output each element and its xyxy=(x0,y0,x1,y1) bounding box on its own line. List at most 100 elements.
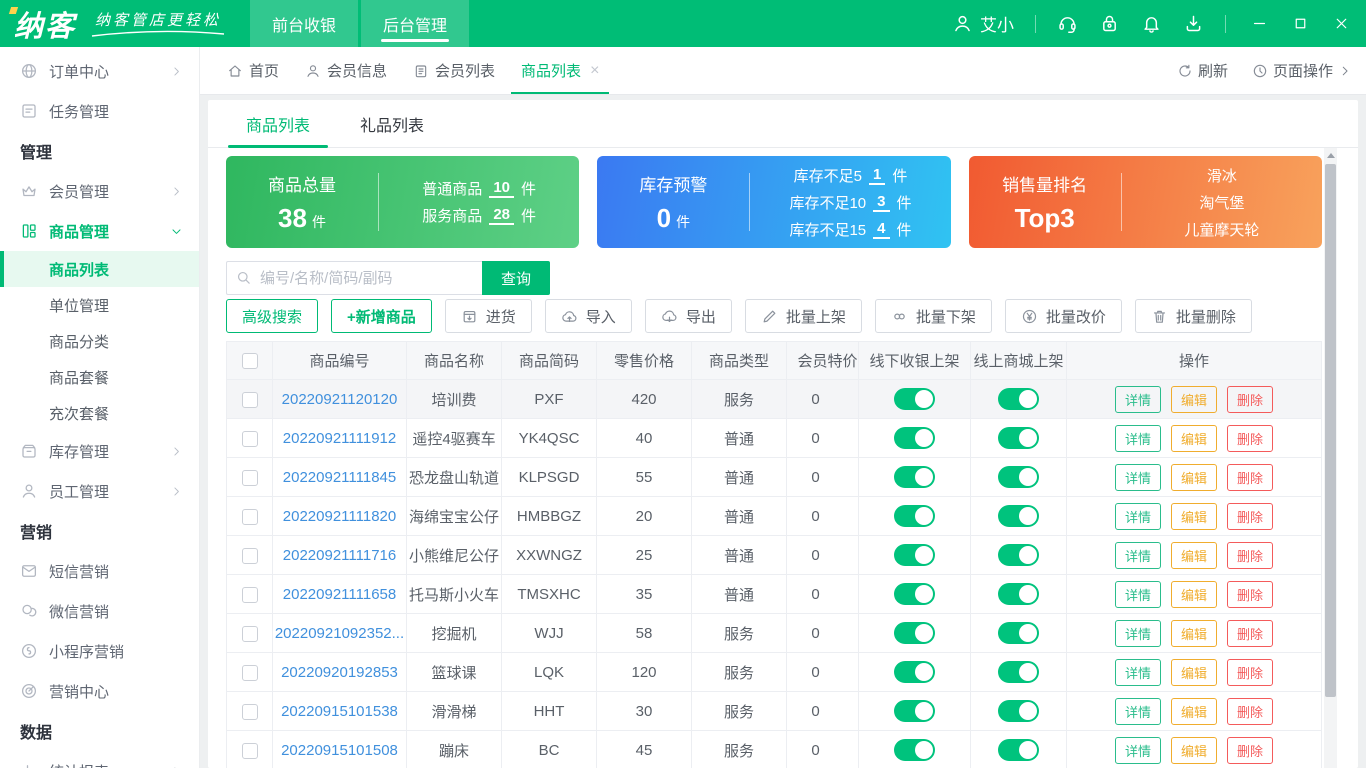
sidebar-item[interactable]: 微信营销 xyxy=(0,591,199,631)
close-button[interactable] xyxy=(1333,15,1350,32)
sidebar-item[interactable]: 商品管理 xyxy=(0,211,199,251)
minimize-button[interactable] xyxy=(1251,15,1268,32)
sidebar-item[interactable]: 营销中心 xyxy=(0,671,199,711)
edit-button[interactable]: 编辑 xyxy=(1170,736,1217,764)
row-checkbox[interactable] xyxy=(241,469,258,486)
row-checkbox[interactable] xyxy=(241,742,258,759)
edit-button[interactable]: 编辑 xyxy=(1170,502,1217,530)
titlebar-tab-0[interactable]: 前台收银 xyxy=(250,0,359,47)
close-tab-icon[interactable]: × xyxy=(590,62,599,80)
detail-button[interactable]: 详情 xyxy=(1114,658,1161,686)
online-shelf-toggle[interactable] xyxy=(998,427,1039,449)
edit-button[interactable]: 编辑 xyxy=(1170,463,1217,491)
delete-button[interactable]: 删除 xyxy=(1227,541,1274,569)
offline-shelf-toggle[interactable] xyxy=(894,466,935,488)
offline-shelf-toggle[interactable] xyxy=(894,661,935,683)
detail-button[interactable]: 详情 xyxy=(1114,541,1161,569)
product-id-link[interactable]: 20220920192853 xyxy=(281,664,398,681)
page-tab-1[interactable]: 会员信息 xyxy=(292,47,400,94)
select-all-checkbox[interactable] xyxy=(241,353,258,370)
detail-button[interactable]: 详情 xyxy=(1114,463,1161,491)
detail-button[interactable]: 详情 xyxy=(1114,736,1161,764)
user-menu[interactable]: 艾小 xyxy=(952,11,1014,36)
add-product-button[interactable]: +新增商品 xyxy=(331,299,432,333)
offline-shelf-toggle[interactable] xyxy=(894,583,935,605)
scrollbar-thumb[interactable] xyxy=(1325,164,1336,697)
delete-button[interactable]: 删除 xyxy=(1227,463,1274,491)
import-button[interactable]: 导入 xyxy=(544,299,632,333)
sidebar-item[interactable]: 统计报表 xyxy=(0,751,199,768)
online-shelf-toggle[interactable] xyxy=(998,466,1039,488)
product-id-link[interactable]: 20220921111912 xyxy=(283,430,396,447)
sidebar-subitem[interactable]: 商品套餐 xyxy=(0,359,199,395)
product-id-link[interactable]: 20220921111658 xyxy=(283,586,396,603)
edit-button[interactable]: 编辑 xyxy=(1170,424,1217,452)
delete-button[interactable]: 删除 xyxy=(1227,385,1274,413)
edit-button[interactable]: 编辑 xyxy=(1170,658,1217,686)
pencil-button[interactable]: 批量上架 xyxy=(744,299,862,333)
edit-button[interactable]: 编辑 xyxy=(1170,619,1217,647)
detail-button[interactable]: 详情 xyxy=(1114,580,1161,608)
inner-tab-0[interactable]: 商品列表 xyxy=(228,100,329,148)
online-shelf-toggle[interactable] xyxy=(998,505,1039,527)
delete-button[interactable]: 删除 xyxy=(1227,619,1274,647)
search-input[interactable] xyxy=(226,261,482,295)
query-button[interactable]: 查询 xyxy=(482,261,551,295)
sidebar-subitem[interactable]: 商品分类 xyxy=(0,323,199,359)
row-checkbox[interactable] xyxy=(241,430,258,447)
sidebar-subitem[interactable]: 单位管理 xyxy=(0,287,199,323)
product-id-link[interactable]: 20220921111716 xyxy=(283,547,396,564)
export-button[interactable]: 导出 xyxy=(644,299,732,333)
edit-button[interactable]: 编辑 xyxy=(1170,385,1217,413)
purchase-button[interactable]: 进货 xyxy=(444,299,532,333)
edit-button[interactable]: 编辑 xyxy=(1170,697,1217,725)
delete-button[interactable]: 删除 xyxy=(1227,580,1274,608)
sidebar-item[interactable]: 会员管理 xyxy=(0,171,199,211)
detail-button[interactable]: 详情 xyxy=(1114,385,1161,413)
online-shelf-toggle[interactable] xyxy=(998,739,1039,761)
bell-icon[interactable] xyxy=(1141,13,1162,34)
refresh-button[interactable]: 刷新 xyxy=(1177,60,1228,81)
sidebar-item[interactable]: 库存管理 xyxy=(0,431,199,471)
edit-button[interactable]: 编辑 xyxy=(1170,580,1217,608)
product-id-link[interactable]: 20220921120120 xyxy=(282,391,398,408)
offline-shelf-toggle[interactable] xyxy=(894,739,935,761)
offline-shelf-toggle[interactable] xyxy=(894,427,935,449)
inner-tab-1[interactable]: 礼品列表 xyxy=(342,100,442,147)
online-shelf-toggle[interactable] xyxy=(998,622,1039,644)
page-operations-button[interactable]: 页面操作 xyxy=(1252,60,1352,81)
online-shelf-toggle[interactable] xyxy=(998,700,1039,722)
product-id-link[interactable]: 20220915101508 xyxy=(281,742,398,759)
offline-shelf-toggle[interactable] xyxy=(894,505,935,527)
vertical-scrollbar[interactable] xyxy=(1324,148,1337,768)
product-id-link[interactable]: 20220921111845 xyxy=(283,469,396,486)
row-checkbox[interactable] xyxy=(241,586,258,603)
sidebar-item[interactable]: 任务管理 xyxy=(0,91,199,131)
row-checkbox[interactable] xyxy=(241,703,258,720)
advanced-search-button[interactable]: 高级搜索 xyxy=(226,299,319,333)
detail-button[interactable]: 详情 xyxy=(1114,424,1161,452)
yen-button[interactable]: 批量改价 xyxy=(1004,299,1122,333)
online-shelf-toggle[interactable] xyxy=(998,388,1039,410)
detail-button[interactable]: 详情 xyxy=(1114,502,1161,530)
delete-button[interactable]: 删除 xyxy=(1227,736,1274,764)
headset-icon[interactable] xyxy=(1057,13,1078,34)
unlink-button[interactable]: 批量下架 xyxy=(874,299,992,333)
product-id-link[interactable]: 20220915101538 xyxy=(281,703,398,720)
product-id-link[interactable]: 20220921111820 xyxy=(283,508,396,525)
online-shelf-toggle[interactable] xyxy=(998,661,1039,683)
scrollbar-up-arrow[interactable] xyxy=(1324,148,1337,163)
sidebar-item[interactable]: 订单中心 xyxy=(0,51,199,91)
online-shelf-toggle[interactable] xyxy=(998,544,1039,566)
edit-button[interactable]: 编辑 xyxy=(1170,541,1217,569)
offline-shelf-toggle[interactable] xyxy=(894,622,935,644)
sidebar-subitem[interactable]: 充次套餐 xyxy=(0,395,199,431)
sidebar-subitem[interactable]: 商品列表 xyxy=(0,251,199,287)
sidebar-item[interactable]: 小程序营销 xyxy=(0,631,199,671)
online-shelf-toggle[interactable] xyxy=(998,583,1039,605)
page-tab-0[interactable]: 首页 xyxy=(214,47,292,94)
detail-button[interactable]: 详情 xyxy=(1114,619,1161,647)
offline-shelf-toggle[interactable] xyxy=(894,700,935,722)
detail-button[interactable]: 详情 xyxy=(1114,697,1161,725)
trash-button[interactable]: 批量删除 xyxy=(1134,299,1252,333)
